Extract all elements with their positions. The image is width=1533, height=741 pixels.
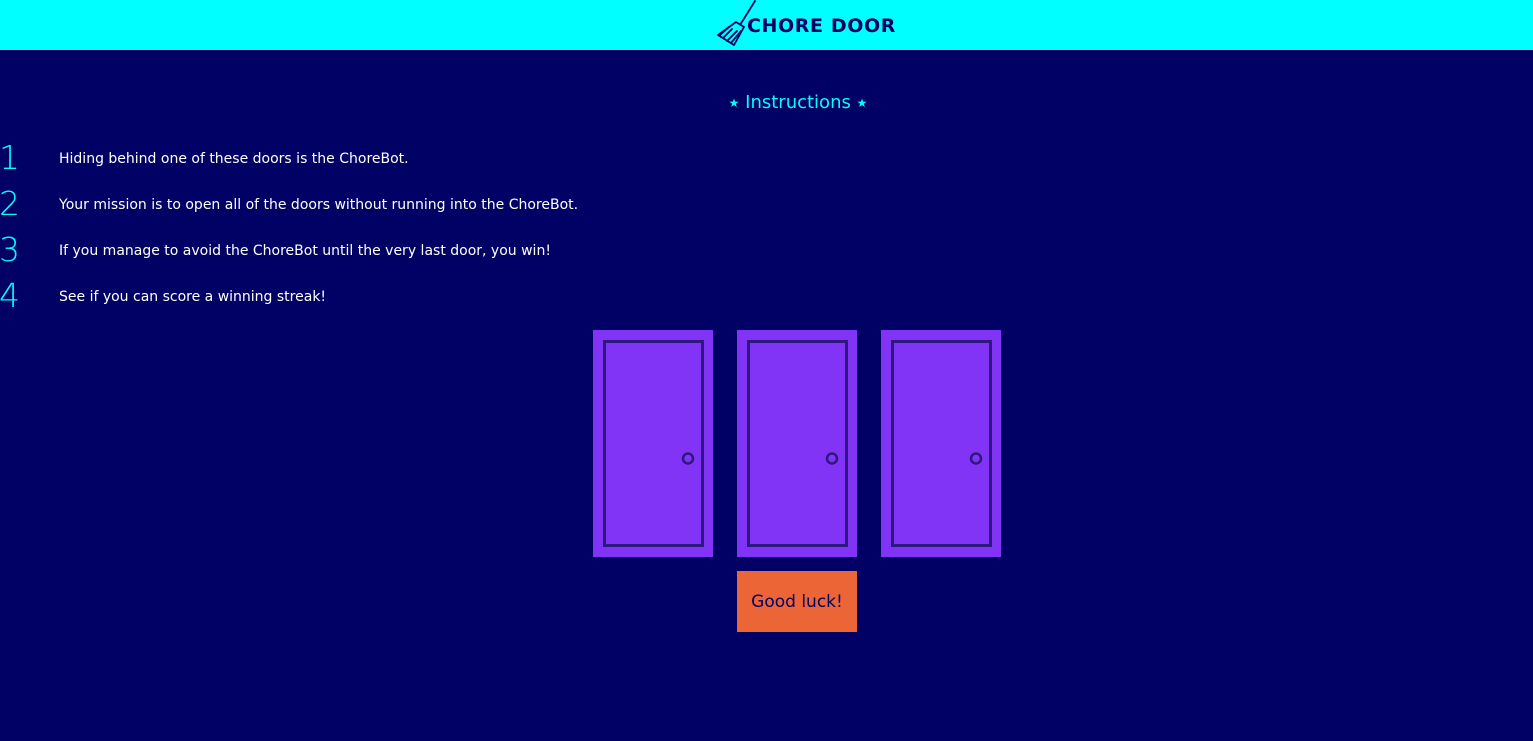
door-3[interactable] xyxy=(881,330,1001,557)
instruction-text: See if you can score a winning streak! xyxy=(59,289,327,305)
closed-door-icon xyxy=(603,340,704,547)
door-2[interactable] xyxy=(737,330,857,557)
instructions-title: Instructions xyxy=(745,92,851,113)
door-1[interactable] xyxy=(593,330,713,557)
closed-door-icon xyxy=(747,340,848,547)
instruction-number: 2 xyxy=(0,184,20,223)
instruction-item: 4 See if you can score a winning streak! xyxy=(0,276,900,316)
header-bar: CHORE DOOR xyxy=(0,0,1533,50)
instructions-heading: ★ Instructions ★ xyxy=(0,92,1533,114)
instruction-text: Your mission is to open all of the doors… xyxy=(59,197,579,213)
instruction-text: Hiding behind one of these doors is the … xyxy=(59,151,409,167)
instruction-text: If you manage to avoid the ChoreBot unti… xyxy=(59,243,551,259)
instruction-item: 1 Hiding behind one of these doors is th… xyxy=(0,138,900,178)
instruction-item: 2 Your mission is to open all of the doo… xyxy=(0,184,900,224)
app-title: CHORE DOOR xyxy=(747,15,896,37)
instruction-number: 4 xyxy=(0,276,20,315)
star-icon: ★ xyxy=(728,96,740,110)
instruction-item: 3 If you manage to avoid the ChoreBot un… xyxy=(0,230,900,270)
star-icon: ★ xyxy=(856,96,868,110)
logo: CHORE DOOR xyxy=(715,0,896,46)
instruction-number: 1 xyxy=(0,138,20,177)
start-button[interactable]: Good luck! xyxy=(737,571,857,632)
closed-door-icon xyxy=(891,340,992,547)
instruction-number: 3 xyxy=(0,230,20,269)
